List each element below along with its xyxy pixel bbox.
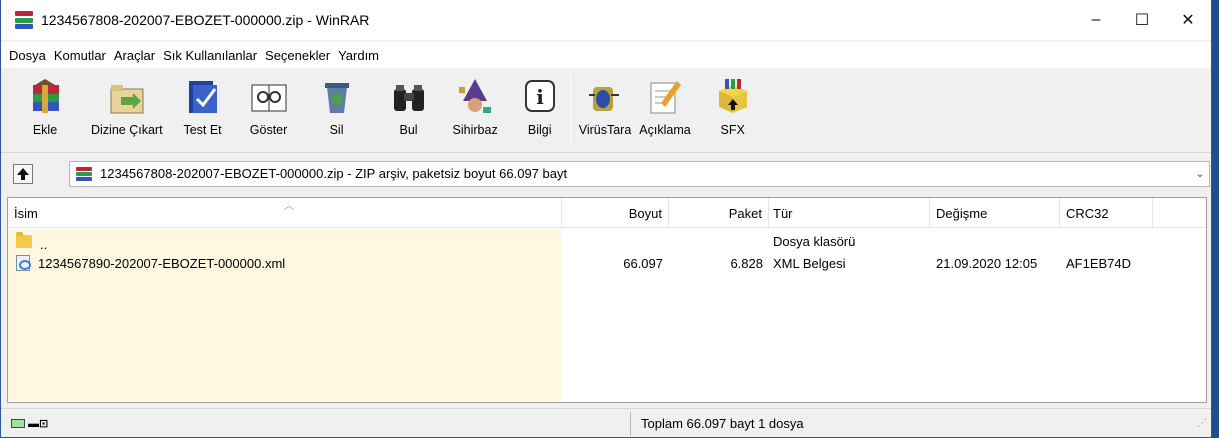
comment-pencil-icon — [643, 74, 687, 120]
up-folder-button[interactable] — [13, 163, 33, 184]
archive-icon — [76, 166, 92, 181]
column-header-type[interactable]: Tür — [769, 198, 930, 228]
test-check-icon — [181, 74, 225, 120]
list-header: ︿ İsim Boyut Paket Tür Değişme CRC32 — [8, 198, 1206, 228]
menu-komutlar[interactable]: Komutlar — [50, 48, 110, 63]
delete-recycle-icon — [315, 74, 359, 120]
file-type: Dosya klasörü — [773, 233, 856, 249]
info-button[interactable]: i Bilgi — [518, 74, 562, 137]
drive-icon[interactable] — [11, 419, 25, 428]
address-bar: 1234567808-202007-EBOZET-000000.zip - ZI… — [1, 152, 1211, 194]
delete-label: Sil — [329, 123, 344, 137]
add-label: Ekle — [32, 123, 58, 137]
arrow-up-icon — [17, 167, 29, 180]
archive-path-text: 1234567808-202007-EBOZET-000000.zip - ZI… — [100, 166, 568, 181]
sort-ascending-icon: ︿ — [284, 201, 294, 212]
menu-secenekler[interactable]: Seçenekler — [261, 48, 334, 63]
sfx-label: SFX — [720, 123, 745, 137]
extract-folder-icon — [105, 74, 149, 120]
key-icon[interactable]: ▬⊡ — [28, 417, 48, 430]
view-label: Göster — [249, 123, 288, 137]
delete-button[interactable]: Sil — [315, 74, 359, 137]
sfx-button[interactable]: SFX — [711, 74, 755, 137]
menu-dosya[interactable]: Dosya — [5, 48, 50, 63]
list-item-parent-folder[interactable]: .. Dosya klasörü — [8, 231, 1206, 252]
view-button[interactable]: Göster — [247, 74, 291, 137]
toolbar: Ekle Dizine Çıkart Test Et Göster Sil Bu… — [1, 70, 1211, 150]
file-type: XML Belgesi — [773, 255, 846, 271]
virus-scan-icon — [583, 74, 627, 120]
sfx-box-icon — [711, 74, 755, 120]
column-header-packed[interactable]: Paket — [669, 198, 769, 228]
archive-path-combobox[interactable]: 1234567808-202007-EBOZET-000000.zip - ZI… — [69, 160, 1210, 187]
menu-bar: Dosya Komutlar Araçlar Sık Kullanılanlar… — [1, 42, 1211, 68]
test-button[interactable]: Test Et — [181, 74, 225, 137]
folder-icon — [16, 231, 32, 248]
menu-sik-kullanilanlar[interactable]: Sık Kullanılanlar — [159, 48, 261, 63]
find-binoculars-icon — [387, 74, 431, 120]
file-modified: 21.09.2020 12:05 — [936, 255, 1038, 271]
virus-scan-button[interactable]: VirüsTara — [578, 74, 632, 137]
wizard-label: Sihirbaz — [452, 123, 498, 137]
maximize-button[interactable]: ☐ — [1119, 0, 1165, 40]
info-icon: i — [518, 74, 562, 120]
column-header-size[interactable]: Boyut — [562, 198, 669, 228]
virus-scan-label: VirüsTara — [578, 123, 632, 137]
add-button[interactable]: Ekle — [23, 74, 67, 137]
resize-grip-icon[interactable]: ⋰ — [1197, 418, 1207, 429]
list-item-xml-file[interactable]: 1234567890-202007-EBOZET-000000.xml 66.0… — [8, 254, 1206, 272]
status-summary: Toplam 66.097 bayt 1 dosya — [641, 416, 804, 431]
file-size: 66.097 — [623, 255, 663, 271]
find-label: Bul — [399, 123, 418, 137]
column-header-modified[interactable]: Değişme — [930, 198, 1060, 228]
winrar-window: 1234567808-202007-EBOZET-000000.zip - Wi… — [0, 0, 1212, 438]
comment-button[interactable]: Açıklama — [639, 74, 691, 137]
archive-add-icon — [23, 74, 67, 120]
close-button[interactable]: ✕ — [1165, 0, 1211, 40]
chevron-down-icon[interactable]: ⌄ — [1191, 167, 1209, 180]
minimize-button[interactable]: – — [1073, 0, 1119, 40]
file-name: .. — [40, 236, 48, 252]
info-label: Bilgi — [527, 123, 552, 137]
title-bar[interactable]: 1234567808-202007-EBOZET-000000.zip - Wi… — [1, 0, 1211, 40]
window-title: 1234567808-202007-EBOZET-000000.zip - Wi… — [41, 12, 370, 28]
file-list: ︿ İsim Boyut Paket Tür Değişme CRC32 .. … — [7, 197, 1207, 403]
status-bar: ▬⊡ Toplam 66.097 bayt 1 dosya ⋰ — [1, 408, 1211, 438]
file-packed: 6.828 — [730, 255, 763, 271]
find-button[interactable]: Bul — [387, 74, 431, 137]
file-name: 1234567890-202007-EBOZET-000000.xml — [38, 255, 286, 271]
view-book-icon — [247, 74, 291, 120]
comment-label: Açıklama — [639, 123, 691, 137]
extract-button[interactable]: Dizine Çıkart — [91, 74, 163, 137]
toolbar-separator — [569, 74, 571, 144]
file-crc: AF1EB74D — [1066, 255, 1132, 271]
wizard-icon — [453, 74, 497, 120]
winrar-app-icon — [15, 11, 33, 29]
menu-yardim[interactable]: Yardım — [334, 48, 383, 63]
wizard-button[interactable]: Sihirbaz — [453, 74, 498, 137]
xml-file-icon — [16, 255, 31, 271]
test-label: Test Et — [183, 123, 222, 137]
menu-araclar[interactable]: Araçlar — [110, 48, 159, 63]
extract-label: Dizine Çıkart — [91, 123, 163, 137]
column-header-crc[interactable]: CRC32 — [1060, 198, 1153, 228]
svg-text:i: i — [536, 85, 544, 109]
